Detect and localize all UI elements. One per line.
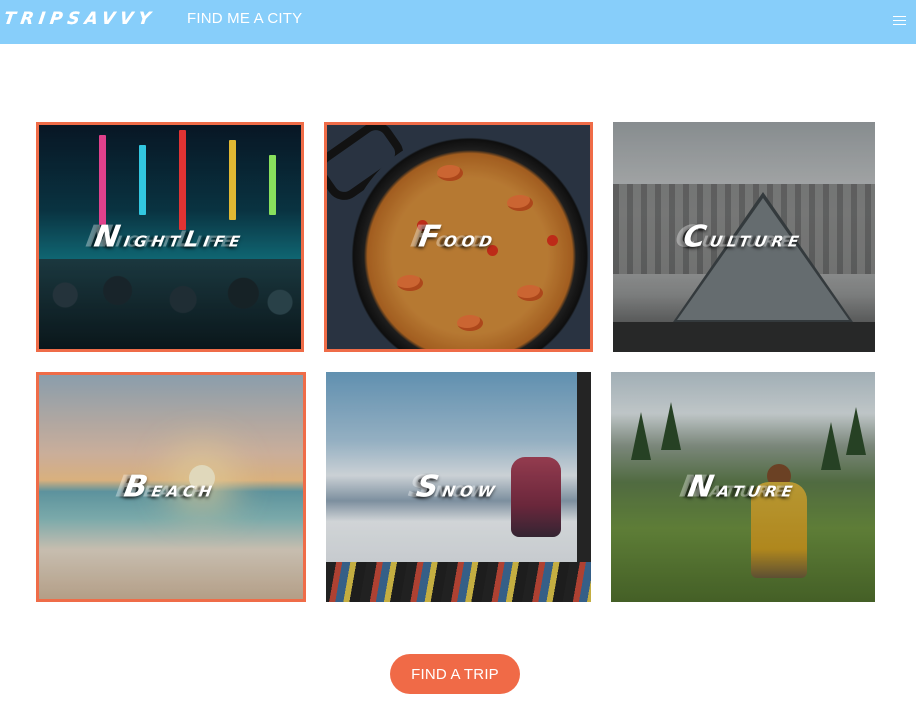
category-card-beach[interactable]: Beach	[36, 372, 306, 602]
find-a-trip-button[interactable]: FIND A TRIP	[390, 654, 520, 694]
brand-logo[interactable]: TRIPSAVVY	[3, 9, 157, 29]
navbar: TRIPSAVVY FIND ME A CITY	[0, 0, 916, 44]
hamburger-menu-icon[interactable]	[892, 12, 908, 26]
category-card-culture[interactable]: Culture	[613, 122, 875, 352]
category-card-snow[interactable]: Snow	[326, 372, 591, 602]
category-card-food[interactable]: Food	[324, 122, 593, 352]
category-card-nature[interactable]: Nature	[611, 372, 875, 602]
category-card-nightlife[interactable]: NightLife	[36, 122, 304, 352]
find-me-a-city-link[interactable]: FIND ME A CITY	[187, 10, 302, 27]
